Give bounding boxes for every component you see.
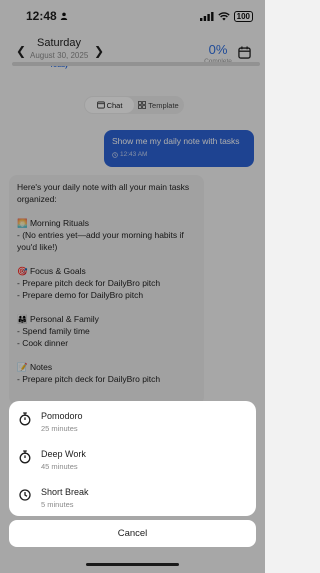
option-subtitle: 45 minutes [41, 462, 78, 471]
option-title: Pomodoro [41, 411, 83, 421]
stopwatch-icon [19, 450, 31, 464]
option-title: Short Break [41, 487, 89, 497]
cancel-button[interactable]: Cancel [9, 520, 256, 547]
option-subtitle: 5 minutes [41, 500, 74, 509]
stopwatch-icon [19, 412, 31, 426]
short-break-option[interactable]: Short Break 5 minutes [9, 477, 256, 514]
deep-work-option[interactable]: Deep Work 45 minutes [9, 439, 256, 476]
home-indicator[interactable] [86, 563, 179, 566]
option-subtitle: 25 minutes [41, 424, 78, 433]
pomodoro-option[interactable]: Pomodoro 25 minutes [9, 401, 256, 438]
clock-icon [19, 489, 31, 501]
timer-action-sheet: Pomodoro 25 minutes Deep Work 45 minutes… [9, 401, 256, 516]
option-title: Deep Work [41, 449, 86, 459]
